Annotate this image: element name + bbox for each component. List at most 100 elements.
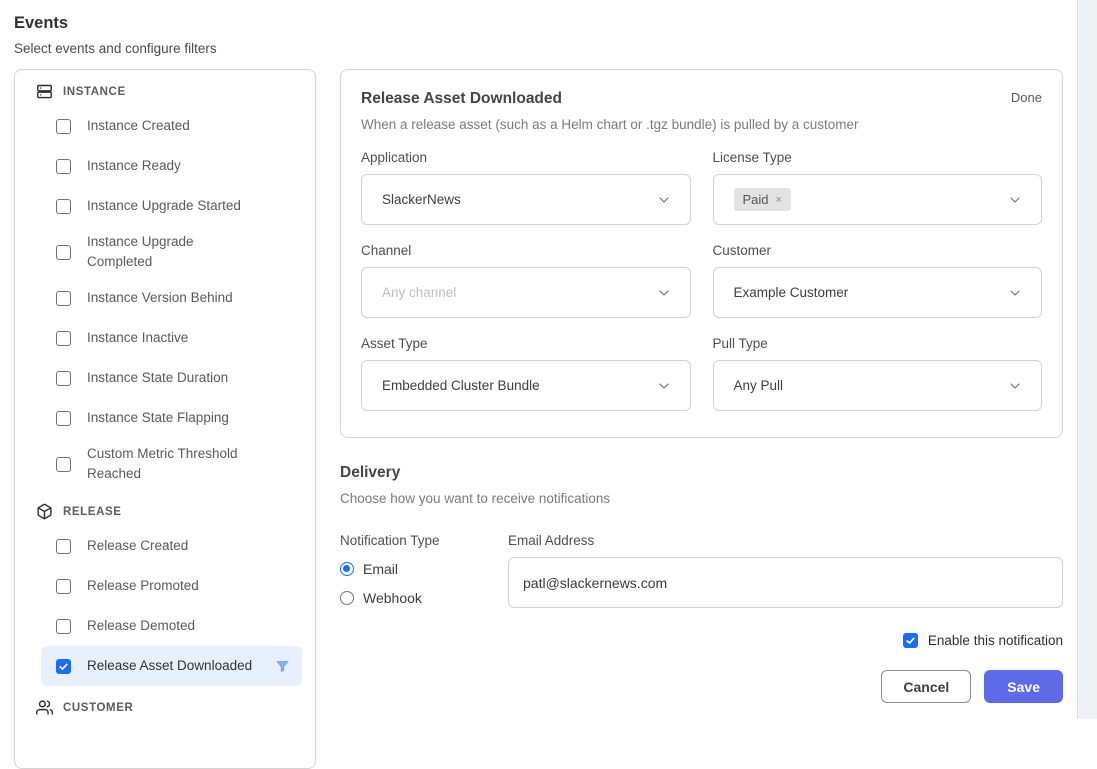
checkbox-unchecked[interactable] <box>56 245 71 260</box>
application-select[interactable]: SlackerNews <box>361 174 691 225</box>
enable-notification-label: Enable this notification <box>928 633 1063 648</box>
card-description: When a release asset (such as a Helm cha… <box>361 117 1042 132</box>
section-header-release: RELEASE <box>15 490 315 526</box>
event-filter-card: Release Asset Downloaded Done When a rel… <box>340 69 1063 438</box>
event-label: Instance Inactive <box>87 328 188 348</box>
card-title: Release Asset Downloaded <box>361 90 562 108</box>
sidebar-item-release-asset-downloaded[interactable]: Release Asset Downloaded <box>41 646 302 686</box>
field-asset-type: Asset Type Embedded Cluster Bundle <box>361 336 691 411</box>
event-label: Instance State Flapping <box>87 408 229 428</box>
sidebar-item-instance-upgrade-completed[interactable]: Instance Upgrade Completed <box>41 226 302 278</box>
radio-option-webhook[interactable]: Webhook <box>340 590 508 606</box>
section-label: CUSTOMER <box>63 702 133 714</box>
notification-type-column: Notification Type Email Webhook <box>340 533 508 608</box>
sidebar-item-instance-version-behind[interactable]: Instance Version Behind <box>41 278 302 318</box>
event-label: Instance Upgrade Started <box>87 196 241 216</box>
field-application: Application SlackerNews <box>361 150 691 225</box>
checkbox-checked[interactable] <box>56 659 71 674</box>
asset-type-select[interactable]: Embedded Cluster Bundle <box>361 360 691 411</box>
tag-paid: Paid × <box>734 188 791 211</box>
users-icon <box>36 699 53 716</box>
field-label: Customer <box>713 243 1043 258</box>
sidebar-item-instance-created[interactable]: Instance Created <box>41 106 302 146</box>
checkbox-unchecked[interactable] <box>56 159 71 174</box>
event-label: Custom Metric Threshold Reached <box>87 444 255 484</box>
events-sidebar: INSTANCE Instance Created Instance Ready… <box>14 69 316 769</box>
event-label: Release Promoted <box>87 576 199 596</box>
checkbox-unchecked[interactable] <box>56 411 71 426</box>
chevron-down-icon <box>656 285 672 301</box>
selected-value: Any Pull <box>734 378 784 393</box>
checkbox-unchecked[interactable] <box>56 457 71 472</box>
checkbox-unchecked[interactable] <box>56 539 71 554</box>
placeholder-text: Any channel <box>382 285 456 300</box>
checkbox-unchecked[interactable] <box>56 291 71 306</box>
chevron-down-icon <box>656 378 672 394</box>
section-header-customer: CUSTOMER <box>15 686 315 722</box>
enable-checkbox-checked[interactable] <box>903 633 918 648</box>
event-label: Release Asset Downloaded <box>87 656 252 676</box>
email-address-label: Email Address <box>508 533 1063 548</box>
sidebar-item-release-demoted[interactable]: Release Demoted <box>41 606 302 646</box>
event-label: Instance Created <box>87 116 190 136</box>
sidebar-item-custom-metric-threshold-reached[interactable]: Custom Metric Threshold Reached <box>41 438 302 490</box>
sidebar-item-instance-state-duration[interactable]: Instance State Duration <box>41 358 302 398</box>
radio-checked[interactable] <box>340 562 354 576</box>
field-label: Asset Type <box>361 336 691 351</box>
server-stack-icon <box>36 83 53 100</box>
checkbox-unchecked[interactable] <box>56 579 71 594</box>
radio-option-email[interactable]: Email <box>340 561 508 577</box>
sidebar-item-instance-state-flapping[interactable]: Instance State Flapping <box>41 398 302 438</box>
field-label: Application <box>361 150 691 165</box>
checkbox-unchecked[interactable] <box>56 371 71 386</box>
radio-label: Webhook <box>363 590 422 606</box>
event-label: Instance Version Behind <box>87 288 233 308</box>
enable-notification-row[interactable]: Enable this notification <box>340 633 1063 648</box>
sidebar-item-instance-ready[interactable]: Instance Ready <box>41 146 302 186</box>
notification-type-label: Notification Type <box>340 533 508 548</box>
event-label: Release Created <box>87 536 188 556</box>
email-column: Email Address <box>508 533 1063 608</box>
checkbox-unchecked[interactable] <box>56 331 71 346</box>
email-address-input[interactable] <box>508 557 1063 608</box>
delivery-title: Delivery <box>340 464 1063 482</box>
channel-select[interactable]: Any channel <box>361 267 691 318</box>
field-license-type: License Type Paid × <box>713 150 1043 225</box>
sidebar-item-release-promoted[interactable]: Release Promoted <box>41 566 302 606</box>
selected-value: SlackerNews <box>382 192 461 207</box>
selected-value: Embedded Cluster Bundle <box>382 378 540 393</box>
tag-remove-icon[interactable]: × <box>776 194 782 206</box>
section-label: INSTANCE <box>63 86 126 98</box>
checkbox-unchecked[interactable] <box>56 199 71 214</box>
field-customer: Customer Example Customer <box>713 243 1043 318</box>
customer-select[interactable]: Example Customer <box>713 267 1043 318</box>
package-icon <box>36 503 53 520</box>
field-label: Channel <box>361 243 691 258</box>
chevron-down-icon <box>1007 285 1023 301</box>
chevron-down-icon <box>1007 192 1023 208</box>
cancel-button[interactable]: Cancel <box>881 670 971 703</box>
checkbox-unchecked[interactable] <box>56 119 71 134</box>
save-button[interactable]: Save <box>984 670 1063 703</box>
section-header-instance: INSTANCE <box>15 70 315 106</box>
done-button[interactable]: Done <box>1011 90 1042 105</box>
radio-unchecked[interactable] <box>340 591 354 605</box>
selected-value: Example Customer <box>734 285 849 300</box>
chevron-down-icon <box>656 192 672 208</box>
delivery-subtitle: Choose how you want to receive notificat… <box>340 491 1063 506</box>
sidebar-item-release-created[interactable]: Release Created <box>41 526 302 566</box>
field-label: License Type <box>713 150 1043 165</box>
license-type-select[interactable]: Paid × <box>713 174 1043 225</box>
main-panel: Release Asset Downloaded Done When a rel… <box>340 69 1063 703</box>
pull-type-select[interactable]: Any Pull <box>713 360 1043 411</box>
filter-funnel-icon[interactable] <box>275 659 290 674</box>
sidebar-item-instance-inactive[interactable]: Instance Inactive <box>41 318 302 358</box>
event-label: Instance Upgrade Completed <box>87 232 255 272</box>
field-pull-type: Pull Type Any Pull <box>713 336 1043 411</box>
event-label: Instance State Duration <box>87 368 228 388</box>
sidebar-item-instance-upgrade-started[interactable]: Instance Upgrade Started <box>41 186 302 226</box>
checkbox-unchecked[interactable] <box>56 619 71 634</box>
scrollbar-track[interactable] <box>1077 0 1097 719</box>
section-label: RELEASE <box>63 506 122 518</box>
event-label: Release Demoted <box>87 616 195 636</box>
